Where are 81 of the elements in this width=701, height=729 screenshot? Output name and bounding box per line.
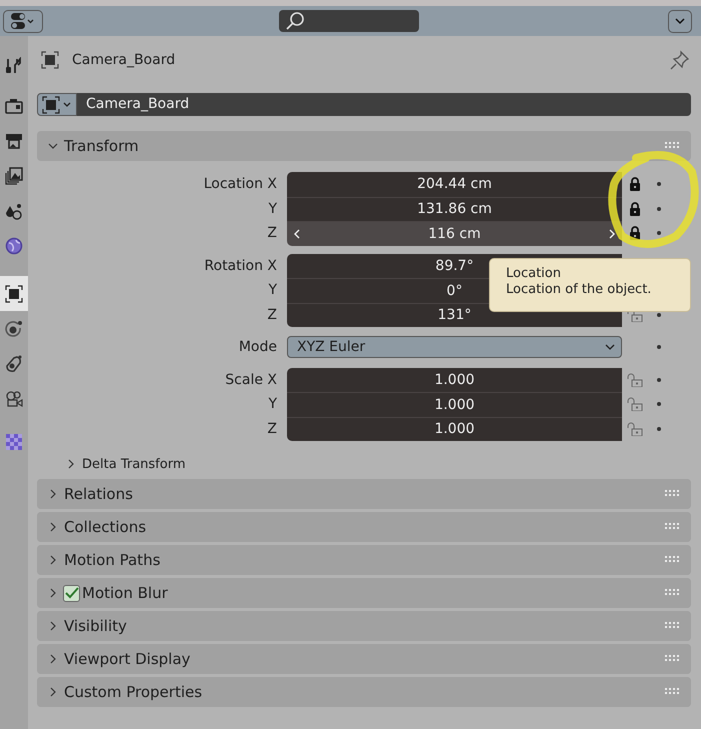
caret-icon: [605, 343, 615, 352]
checkbox[interactable]: [63, 584, 80, 602]
property-label: Z: [266, 225, 278, 242]
drag-grip-icon[interactable]: [665, 523, 681, 531]
tool-icon: [5, 56, 23, 74]
lock-icon[interactable]: [629, 177, 641, 192]
number-field[interactable]: 131.86 cm: [287, 196, 622, 221]
property-label: Scale X: [224, 372, 278, 388]
property-label: Rotation X: [203, 258, 278, 274]
properties-tab[interactable]: [0, 276, 28, 311]
unlocked-icon[interactable]: [627, 422, 643, 436]
panel-title: Transform: [64, 137, 139, 155]
image-stack-icon: [5, 166, 23, 184]
drag-grip-icon[interactable]: [665, 556, 681, 564]
keyframe-dot[interactable]: [657, 182, 661, 186]
panel-title: Motion Paths: [64, 551, 160, 569]
panel-title: Relations: [64, 485, 133, 503]
property-label: Y: [267, 396, 278, 412]
panel-header[interactable]: Visibility: [37, 611, 691, 641]
printer-icon: [5, 132, 23, 150]
panel-header[interactable]: Collections: [37, 512, 691, 542]
drag-grip-icon[interactable]: [665, 589, 681, 597]
property-label: Y: [267, 282, 278, 298]
lock-icon[interactable]: [629, 202, 641, 216]
drag-grip-icon[interactable]: [665, 655, 681, 663]
globe-icon: [5, 236, 23, 254]
number-field[interactable]: 116 cm: [287, 221, 622, 246]
panel-title: Visibility: [64, 617, 127, 635]
search-icon: [285, 11, 305, 31]
panel-header[interactable]: Viewport Display: [37, 644, 691, 674]
keyframe-dot[interactable]: [657, 345, 661, 350]
drag-grip-icon[interactable]: [665, 622, 681, 630]
mode-dropdown[interactable]: XYZ Euler: [287, 336, 622, 358]
panel-header[interactable]: Motion Paths: [37, 545, 691, 575]
unlocked-icon[interactable]: [627, 397, 643, 412]
unlocked-icon[interactable]: [627, 372, 643, 387]
panel-title: Collections: [64, 518, 146, 536]
movie-camera-icon: [5, 390, 23, 408]
camera-icon: [5, 96, 23, 114]
panel-header[interactable]: Relations: [37, 479, 691, 509]
keyframe-dot[interactable]: [657, 312, 661, 317]
number-field[interactable]: 1.000: [287, 368, 622, 392]
lock-icon[interactable]: [629, 226, 641, 240]
caret-icon: [675, 17, 685, 25]
property-label: Y: [267, 200, 278, 217]
editor-type-button[interactable]: [3, 10, 43, 32]
subpanel-header[interactable]: Delta Transform: [37, 452, 691, 476]
scene-icon: [5, 202, 23, 220]
subpanel-title: Delta Transform: [82, 456, 186, 472]
object-name: Camera_Board: [72, 52, 176, 68]
number-field[interactable]: 1.000: [287, 416, 622, 441]
object-icon: [41, 51, 59, 69]
panel-header[interactable]: Motion Blur: [37, 578, 691, 608]
search-field[interactable]: [279, 10, 419, 32]
property-label: Mode: [238, 339, 278, 356]
number-field[interactable]: 204.44 cm: [287, 172, 622, 196]
property-label: Z: [266, 306, 278, 323]
panel-title: Custom Properties: [64, 683, 202, 701]
keyframe-dot[interactable]: [657, 231, 661, 236]
keyframe-dot[interactable]: [657, 402, 661, 406]
property-label: Location X: [202, 176, 278, 192]
object-type-dropdown[interactable]: [37, 93, 77, 116]
orbit-icon: [5, 320, 23, 338]
drag-grip-icon[interactable]: [665, 142, 681, 150]
keyframe-dot[interactable]: [657, 378, 661, 382]
panel-header[interactable]: Transform: [37, 131, 691, 161]
object-icon: [5, 284, 23, 302]
number-field[interactable]: 1.000: [287, 392, 622, 416]
keyframe-dot[interactable]: [657, 426, 661, 431]
panel-title: Viewport Display: [64, 650, 190, 668]
constraint-icon: [5, 354, 23, 372]
panel-header[interactable]: Custom Properties: [37, 677, 691, 707]
panel-title: Motion Blur: [82, 584, 168, 602]
checker-icon: [5, 432, 23, 450]
pin-icon[interactable]: [670, 50, 690, 70]
keyframe-dot[interactable]: [657, 206, 661, 211]
options-dropdown[interactable]: [668, 10, 692, 32]
drag-grip-icon[interactable]: [665, 688, 681, 696]
drag-grip-icon[interactable]: [665, 490, 681, 498]
property-label: Z: [266, 420, 278, 437]
object-name-field[interactable]: Camera_Board: [77, 93, 691, 116]
